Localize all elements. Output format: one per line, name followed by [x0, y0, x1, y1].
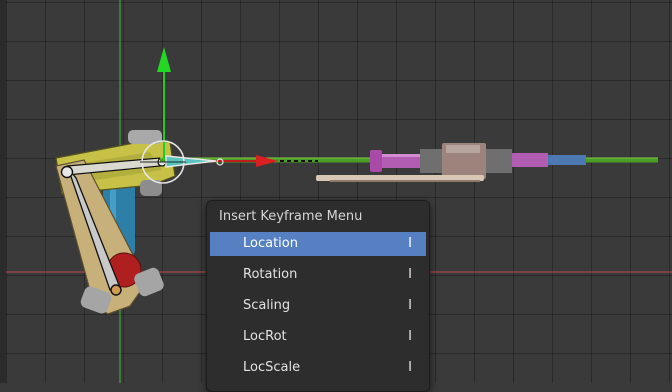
- menu-item-rotation[interactable]: Rotation I: [210, 263, 426, 287]
- piston-end-left: [370, 150, 382, 172]
- piston-body-dark-right: [486, 149, 512, 173]
- menu-item-label: Rotation: [243, 267, 298, 282]
- menu-item-label: Scaling: [243, 298, 291, 313]
- menu-item-shortcut: I: [408, 236, 412, 251]
- insert-keyframe-menu: Insert Keyframe Menu Location I Rotation…: [206, 200, 430, 392]
- gizmo-y-arrow: [157, 47, 171, 72]
- gizmo-x-arrow: [256, 155, 278, 167]
- menu-item-locscale[interactable]: LocScale I: [210, 356, 426, 380]
- menu-item-shortcut: I: [408, 267, 412, 282]
- menu-item-shortcut: I: [408, 329, 412, 344]
- menu-item-label: LocScale: [243, 360, 301, 375]
- menu-item-label: LocRot: [243, 329, 287, 344]
- menu-item-shortcut: I: [408, 360, 412, 375]
- piston-body-dark-left: [420, 149, 442, 173]
- menu-item-scaling[interactable]: Scaling I: [210, 294, 426, 318]
- menu-item-label: Location: [243, 236, 298, 251]
- menu-item-locrot[interactable]: LocRot I: [210, 325, 426, 349]
- menu-item-location[interactable]: Location I: [210, 232, 426, 256]
- piston-rod-right: [512, 153, 548, 167]
- piston-tip: [548, 155, 586, 165]
- menu-title: Insert Keyframe Menu: [219, 209, 363, 224]
- menu-item-shortcut: I: [408, 298, 412, 313]
